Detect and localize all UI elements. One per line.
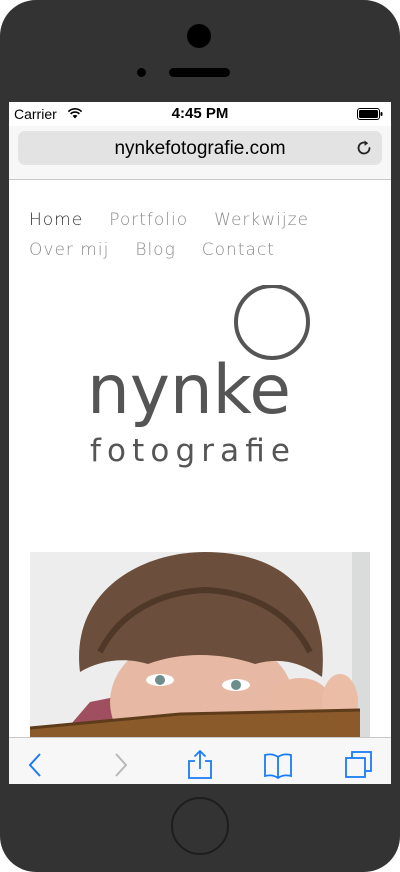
nav-item-portfolio[interactable]: Portfolio [109, 210, 188, 230]
share-icon[interactable] [185, 750, 215, 780]
reload-icon[interactable] [355, 139, 373, 157]
earpiece-speaker [169, 68, 230, 77]
site-logo[interactable]: nynke fotografie [87, 285, 317, 475]
nav-item-blog[interactable]: Blog [135, 240, 175, 260]
bookmarks-icon[interactable] [263, 750, 293, 780]
nav-item-contact[interactable]: Contact [202, 240, 275, 260]
proximity-sensor [137, 68, 146, 77]
battery-icon [357, 108, 383, 120]
logo-circle [234, 285, 310, 360]
nav-row: Home Portfolio Werkwijze [29, 205, 349, 235]
nav-row: Over mij Blog Contact [29, 235, 349, 265]
logo-tagline: fotografie [90, 433, 290, 469]
web-page: Home Portfolio Werkwijze Over mij Blog C… [9, 181, 391, 737]
status-bar: Carrier 4:45 PM [9, 102, 391, 126]
status-time: 4:45 PM [171, 105, 229, 122]
home-button[interactable] [171, 797, 229, 855]
url-field[interactable]: nynkefotografie.com [18, 131, 382, 165]
nav-item-werkwijze[interactable]: Werkwijze [214, 210, 309, 230]
logo-name: nynke [87, 351, 291, 430]
child-portrait-image [30, 552, 370, 737]
screen: Carrier 4:45 PM nynkefotografie.com Home… [9, 102, 391, 784]
nav-item-home[interactable]: Home [29, 210, 83, 230]
site-navigation: Home Portfolio Werkwijze Over mij Blog C… [29, 205, 349, 265]
nav-item-over-mij[interactable]: Over mij [29, 240, 109, 260]
forward-icon[interactable] [105, 750, 135, 780]
browser-toolbar [9, 737, 391, 784]
tabs-icon[interactable] [343, 750, 373, 780]
browser-address-bar: nynkefotografie.com [9, 126, 391, 180]
front-camera [187, 24, 211, 48]
phone-frame: Carrier 4:45 PM nynkefotografie.com Home… [0, 0, 400, 872]
hero-photo [30, 552, 370, 737]
url-text: nynkefotografie.com [114, 138, 286, 159]
back-icon[interactable] [21, 750, 51, 780]
